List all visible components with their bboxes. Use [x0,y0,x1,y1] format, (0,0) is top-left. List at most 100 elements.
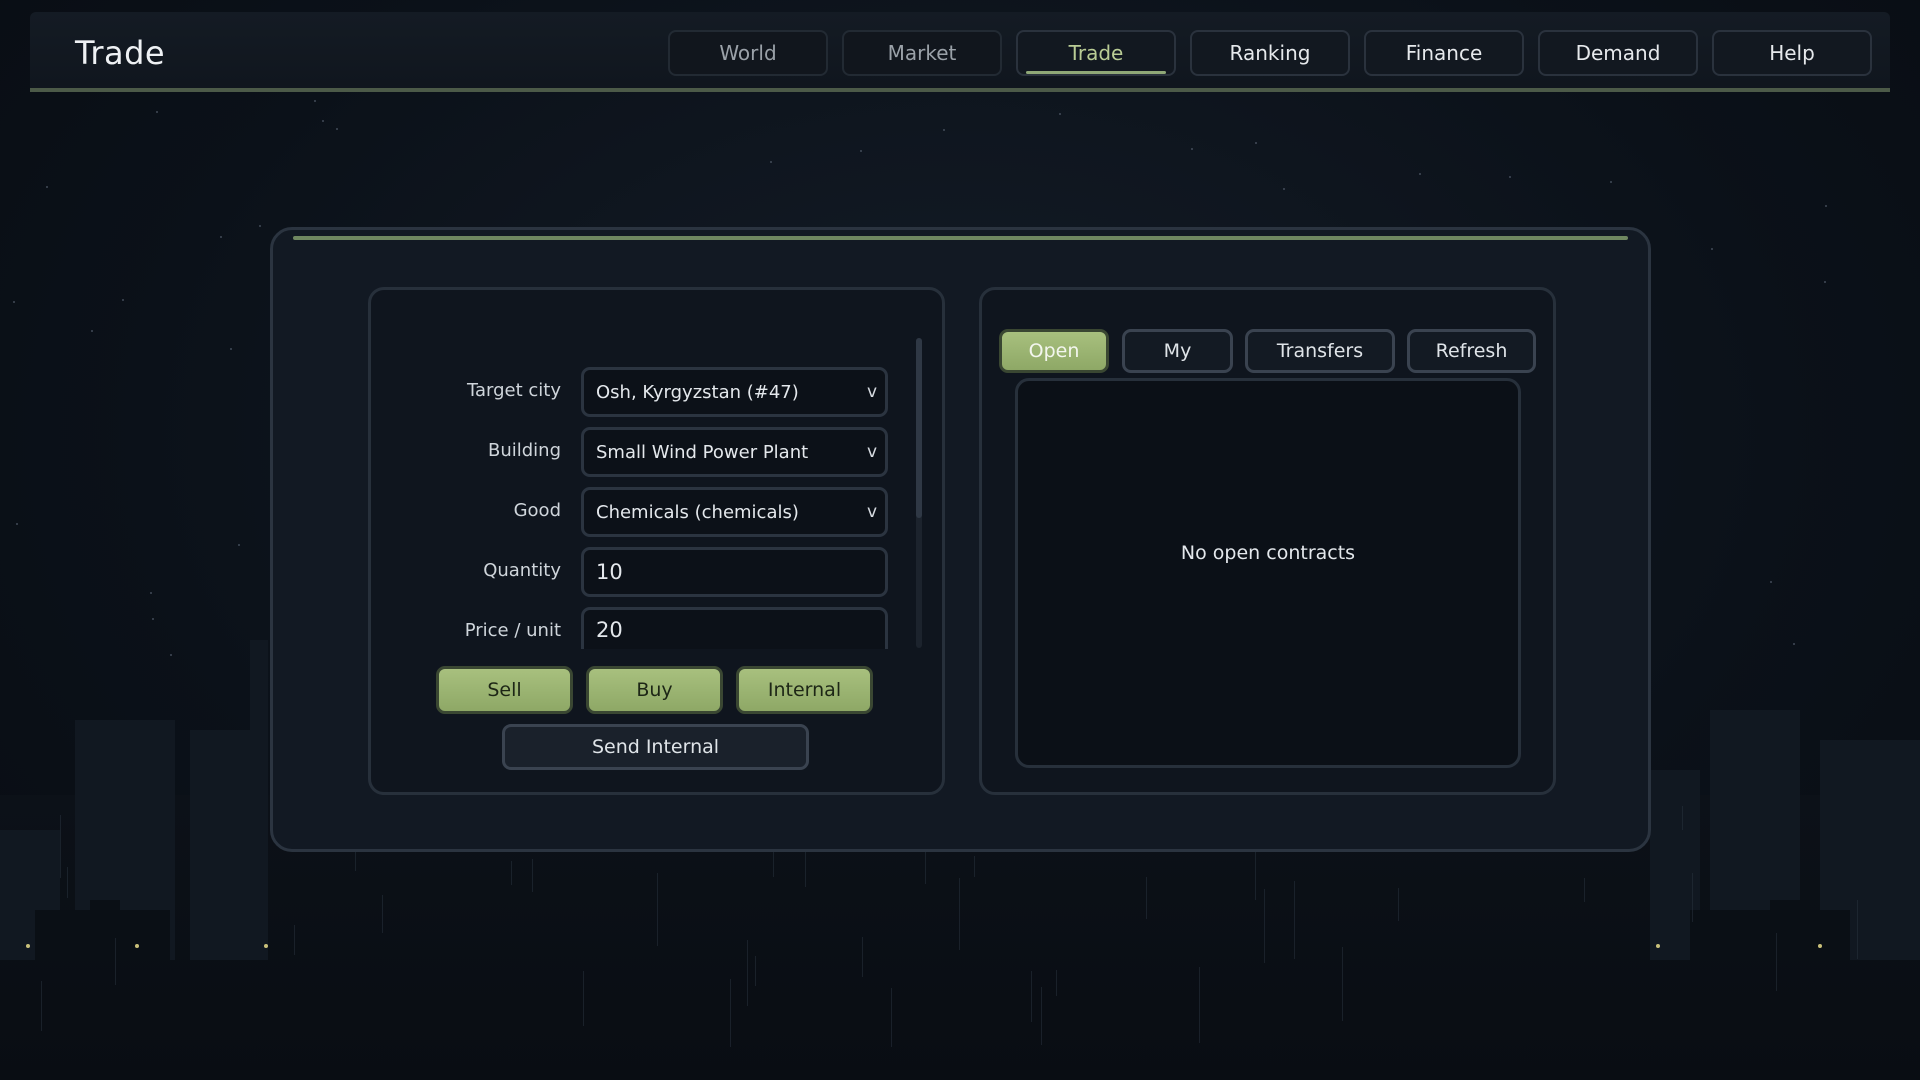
star-decoration [1191,148,1193,150]
building-value: Small Wind Power Plant [596,441,809,463]
chevron-down-icon: v [866,382,878,402]
rain-streak-decoration [1199,967,1200,1043]
star-decoration [1711,248,1713,250]
good-value: Chemicals (chemicals) [596,501,799,523]
target-city-row: Target city Osh, Kyrgyzstan (#47) v [371,367,931,417]
page-title: Trade [75,34,166,72]
nav-tab-market[interactable]: Market [842,30,1002,76]
rain-streak-decoration [1776,933,1777,991]
quantity-input[interactable]: 10 [581,547,888,597]
building-select[interactable]: Small Wind Power Plant v [581,427,888,477]
rain-streak-decoration [583,971,584,1026]
star-decoration [943,129,945,131]
chevron-down-icon: v [866,442,878,462]
rain-streak-decoration [974,856,975,877]
star-decoration [238,544,240,546]
star-decoration [1255,142,1257,144]
nav-tab-demand[interactable]: Demand [1538,30,1698,76]
rain-streak-decoration [862,937,863,977]
buy-button[interactable]: Buy [586,666,723,714]
rain-streak-decoration [657,873,658,946]
price-label: Price / unit [464,620,561,641]
rain-streak-decoration [1398,888,1399,921]
star-decoration [46,186,48,188]
rain-streak-decoration [755,956,756,986]
star-decoration [13,301,15,303]
target-city-label: Target city [466,380,561,401]
trade-panel: Target city Osh, Kyrgyzstan (#47) v Buil… [270,227,1651,852]
rain-streak-decoration [382,895,383,933]
good-select[interactable]: Chemicals (chemicals) v [581,487,888,537]
star-decoration [336,128,338,130]
rain-streak-decoration [1584,878,1585,902]
nav-tab-ranking[interactable]: Ranking [1190,30,1350,76]
building-row: Building Small Wind Power Plant v [371,427,931,477]
rain-streak-decoration [1294,881,1295,959]
star-decoration [1059,113,1061,115]
rain-streak-decoration [60,815,61,878]
tab-my[interactable]: My [1122,329,1233,373]
quantity-row: Quantity 10 [371,547,931,597]
target-city-value: Osh, Kyrgyzstan (#47) [596,381,799,403]
rain-streak-decoration [1692,873,1693,922]
rain-streak-decoration [355,850,356,871]
rain-streak-decoration [959,878,960,950]
rain-streak-decoration [1264,889,1265,963]
star-decoration [230,348,232,350]
star-decoration [1825,205,1827,207]
tab-open[interactable]: Open [999,329,1109,373]
nav-tab-world[interactable]: World [668,30,828,76]
refresh-button[interactable]: Refresh [1407,329,1536,373]
rain-streak-decoration [1682,806,1683,830]
building-label: Building [487,440,561,461]
quantity-label: Quantity [483,560,561,581]
star-decoration [91,330,93,332]
star-decoration [1419,173,1421,175]
trade-form: Target city Osh, Kyrgyzstan (#47) v Buil… [368,287,945,795]
empty-state-message: No open contracts [1180,542,1356,564]
rain-streak-decoration [1857,900,1858,959]
nav-tab-help[interactable]: Help [1712,30,1872,76]
rain-streak-decoration [41,981,42,1031]
contracts-list: No open contracts [1015,378,1521,768]
send-internal-button[interactable]: Send Internal [502,724,809,770]
star-decoration [259,225,261,227]
good-row: Good Chemicals (chemicals) v [371,487,931,537]
chevron-down-icon: v [866,502,878,522]
star-decoration [220,236,222,238]
rain-streak-decoration [1342,947,1343,1021]
star-decoration [156,111,158,113]
contracts-panel: Open My Transfers Refresh No open contra… [979,287,1556,795]
nav-tab-finance[interactable]: Finance [1364,30,1524,76]
star-decoration [1509,176,1511,178]
rain-streak-decoration [1146,877,1147,919]
rain-streak-decoration [67,867,68,898]
rain-streak-decoration [511,861,512,885]
price-input[interactable]: 20 [581,607,888,649]
rain-streak-decoration [294,925,295,955]
rain-streak-decoration [115,938,116,985]
rain-streak-decoration [1031,971,1032,1022]
star-decoration [314,100,316,102]
internal-button[interactable]: Internal [736,666,873,714]
star-decoration [150,592,152,594]
rain-streak-decoration [1041,987,1042,1045]
star-decoration [16,523,18,525]
rain-streak-decoration [891,988,892,1047]
target-city-select[interactable]: Osh, Kyrgyzstan (#47) v [581,367,888,417]
sell-button[interactable]: Sell [436,666,573,714]
rain-streak-decoration [730,979,731,1047]
star-decoration [322,120,324,122]
panel-divider [293,236,1628,240]
price-row: Price / unit 20 [371,607,931,657]
star-decoration [122,299,124,301]
tab-transfers[interactable]: Transfers [1245,329,1395,373]
main-nav: World Market Trade Ranking Finance Deman… [668,30,1872,76]
good-label: Good [513,500,561,521]
star-decoration [1610,181,1612,183]
quantity-value: 10 [596,560,623,584]
top-bar: Trade World Market Trade Ranking Finance… [30,12,1890,92]
price-value: 20 [596,617,623,642]
rain-streak-decoration [1056,970,1057,996]
nav-tab-trade[interactable]: Trade [1016,30,1176,76]
